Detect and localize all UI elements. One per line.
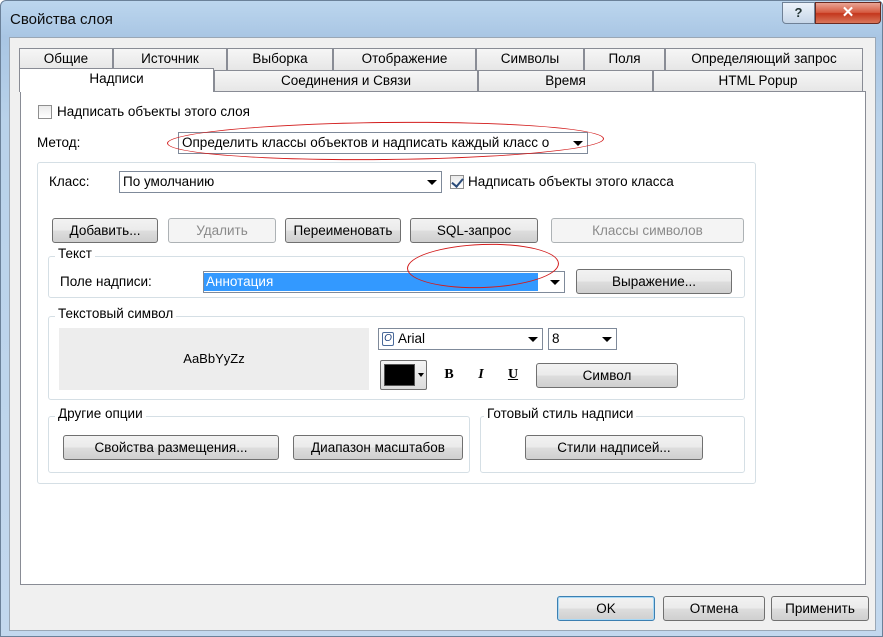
labels-tab-panel: Надписать объекты этого слоя Метод: Опре… [20,91,866,585]
tab-time[interactable]: Время [478,70,653,92]
label-style-group-title: Готовый стиль надписи [484,406,637,421]
label-field-dropdown-value: Аннотация [204,273,538,291]
tab-selection[interactable]: Выборка [227,48,333,70]
method-dropdown-value: Определить классы объектов и надписать к… [182,135,550,150]
tab-fields[interactable]: Поля [584,48,665,70]
add-class-button[interactable]: Добавить... [52,218,158,243]
chevron-down-icon [525,331,540,347]
font-size-dropdown[interactable]: 8 [548,328,617,350]
tab-symbology[interactable]: Символы [476,48,584,70]
class-label: Класс: [49,174,90,189]
text-symbol-group-title: Текстовый символ [55,306,177,321]
italic-button[interactable]: I [469,363,493,387]
tab-source[interactable]: Источник [113,48,227,70]
layer-properties-dialog: Свойства слоя ? ✕ Общие Источник Выборка… [0,0,883,637]
symbol-classes-button[interactable]: Классы символов [551,218,744,243]
text-group: Поле надписи: Аннотация Выражение... [48,256,745,298]
chevron-down-icon [547,274,562,290]
tab-labels[interactable]: Надписи [19,68,214,92]
underline-button[interactable]: U [501,363,525,387]
label-class-checkbox[interactable] [450,175,464,189]
method-dropdown[interactable]: Определить классы объектов и надписать к… [178,132,588,154]
chevron-down-icon [424,174,439,190]
other-options-group: Свойства размещения... Диапазон масштабо… [48,416,470,473]
placement-properties-button[interactable]: Свойства размещения... [63,435,279,460]
cancel-button[interactable]: Отмена [663,596,765,621]
color-swatch [384,364,415,386]
dialog-client-area: Общие Источник Выборка Отображение Симво… [9,37,876,631]
tab-definition-query[interactable]: Определяющий запрос [665,48,863,70]
symbol-button[interactable]: Символ [536,363,678,388]
color-picker-button[interactable] [380,360,427,390]
other-options-group-title: Другие опции [55,406,146,421]
text-group-title: Текст [55,246,95,261]
rename-class-button[interactable]: Переименовать [285,218,401,243]
scale-range-button[interactable]: Диапазон масштабов [293,435,463,460]
help-button[interactable]: ? [782,2,815,24]
apply-button[interactable]: Применить [771,596,869,621]
method-label: Метод: [37,135,81,150]
tab-display[interactable]: Отображение [333,48,476,70]
expression-button[interactable]: Выражение... [576,269,732,294]
label-class-checkbox-label: Надписать объекты этого класса [468,174,674,189]
tab-html-popup[interactable]: HTML Popup [653,70,863,92]
label-style-group: Стили надписей... [480,416,745,473]
opentype-font-icon: O [382,332,394,347]
font-dropdown-value: Arial [398,331,426,346]
close-button[interactable]: ✕ [815,2,881,24]
chevron-down-icon [599,331,614,347]
tab-joins-relates[interactable]: Соединения и Связи [214,70,478,92]
bold-button[interactable]: B [437,363,461,387]
label-styles-button[interactable]: Стили надписей... [525,435,703,460]
class-dropdown[interactable]: По умолчанию [119,171,442,193]
delete-class-button[interactable]: Удалить [168,218,276,243]
title-bar[interactable]: Свойства слоя ? ✕ [1,1,882,37]
chevron-down-icon [570,135,585,151]
font-dropdown[interactable]: O Arial [378,328,543,350]
label-field-label: Поле надписи: [60,274,152,289]
symbol-preview: AaBbYyZz [59,328,369,390]
label-layer-checkbox-label: Надписать объекты этого слоя [57,104,250,119]
font-size-dropdown-value: 8 [552,331,560,346]
tab-general[interactable]: Общие [19,48,113,70]
window-title: Свойства слоя [10,11,113,28]
label-field-dropdown[interactable]: Аннотация [203,271,565,293]
class-dropdown-value: По умолчанию [123,174,215,189]
label-layer-checkbox[interactable] [38,105,52,119]
ok-button[interactable]: OK [557,596,655,621]
text-symbol-group: AaBbYyZz O Arial 8 B I U Символ [48,316,745,400]
sql-query-button[interactable]: SQL-запрос [410,218,538,243]
class-group: Класс: По умолчанию Надписать объекты эт… [37,162,756,484]
chevron-down-icon [418,373,424,377]
